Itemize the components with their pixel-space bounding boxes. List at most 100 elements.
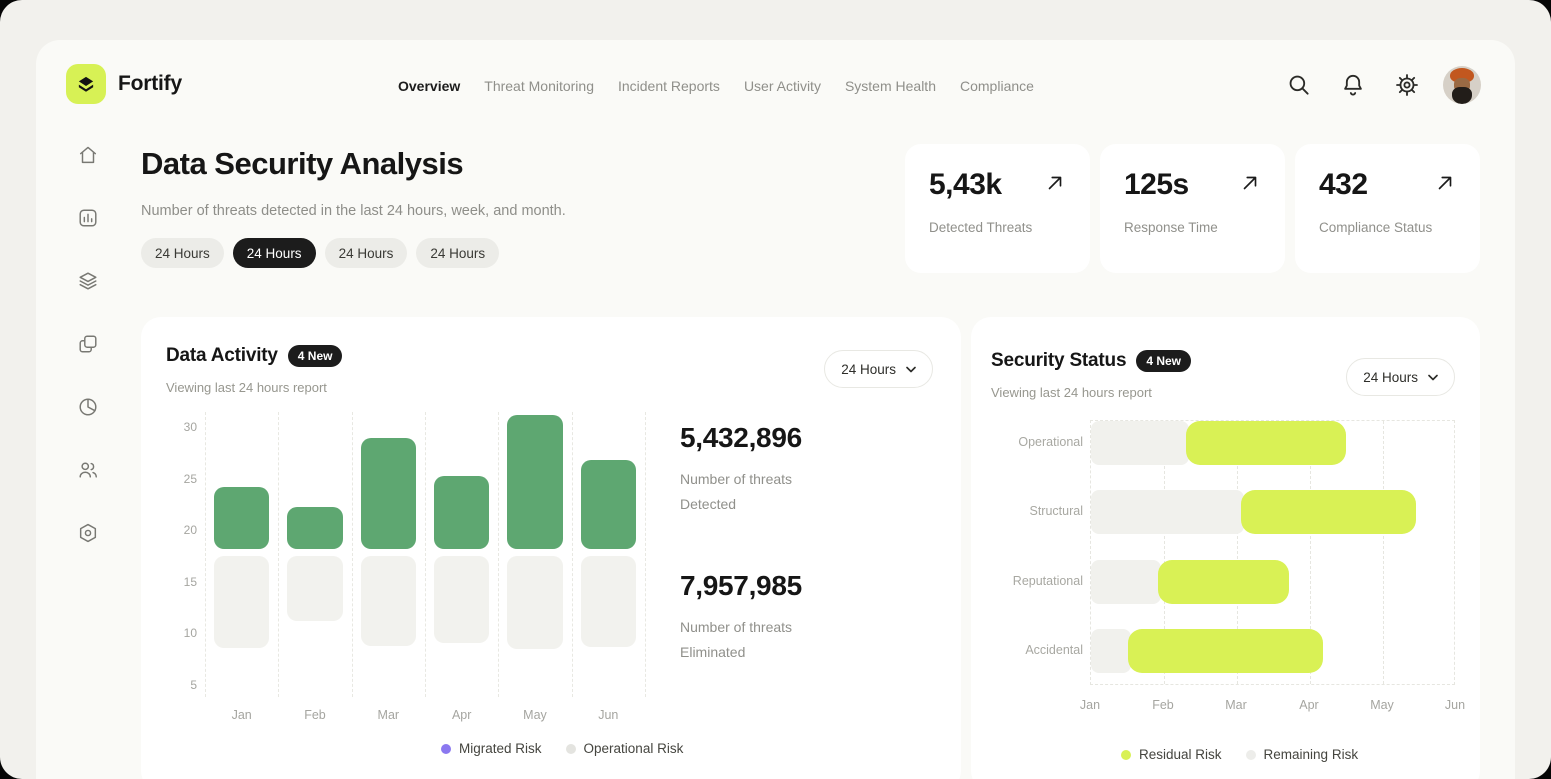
bar-remaining-risk: [1091, 560, 1161, 604]
y-tick-label: 5: [190, 678, 197, 692]
sidebar-users-icon[interactable]: [77, 459, 99, 481]
nav-item-overview[interactable]: Overview: [398, 78, 460, 94]
stat-card-response-time: 125s Response Time: [1100, 144, 1285, 273]
range-dropdown-value: 24 Hours: [841, 362, 896, 377]
nav-item-user-activity[interactable]: User Activity: [744, 78, 821, 94]
category-label: Structural: [1030, 504, 1084, 518]
metric-value: 7,957,985: [680, 570, 802, 602]
arrow-up-right-icon[interactable]: [1434, 172, 1456, 199]
range-dropdown-value: 24 Hours: [1363, 370, 1418, 385]
app-window: Fortify Overview Threat Monitoring Incid…: [36, 40, 1515, 779]
bar-migrated-risk: [361, 438, 416, 549]
bar-operational-risk: [507, 556, 562, 649]
legend-item-remaining-risk: Remaining Risk: [1246, 747, 1359, 762]
data-activity-card: Data Activity 4 New Viewing last 24 hour…: [141, 317, 961, 779]
bar-operational-risk: [361, 556, 416, 646]
y-tick-label: 15: [184, 575, 197, 589]
plot-area: [205, 412, 645, 697]
x-tick-label: Mar: [352, 708, 425, 722]
stat-value: 5,43k: [929, 168, 1002, 202]
arrow-up-right-icon[interactable]: [1239, 172, 1261, 199]
notifications-bell-icon[interactable]: [1335, 67, 1371, 103]
filter-pill-1[interactable]: 24 Hours: [141, 238, 224, 268]
card-title: Data Activity: [166, 345, 278, 367]
y-tick-label: 20: [184, 523, 197, 537]
page-subtitle: Number of threats detected in the last 2…: [141, 203, 566, 219]
sidebar-pie-chart-icon[interactable]: [77, 396, 99, 418]
sidebar-security-hexagon-icon[interactable]: [77, 522, 99, 544]
bar-operational-risk: [434, 556, 489, 643]
chevron-down-icon: [1428, 374, 1438, 381]
legend-dot: [1121, 750, 1131, 760]
bar-migrated-risk: [434, 476, 489, 549]
stat-label: Detected Threats: [929, 220, 1066, 235]
sidebar-home-icon[interactable]: [77, 144, 99, 166]
bar-remaining-risk: [1091, 490, 1244, 534]
metric-eliminated: 7,957,985 Number of threats Eliminated: [680, 570, 802, 665]
search-icon[interactable]: [1281, 67, 1317, 103]
y-tick-label: 10: [184, 626, 197, 640]
security-status-card: Security Status 4 New Viewing last 24 ho…: [971, 317, 1480, 779]
fortify-logo-icon: [66, 64, 106, 104]
x-tick-label: Apr: [1284, 698, 1334, 712]
sidebar-reports-icon[interactable]: [77, 333, 99, 355]
plot-area: [1090, 420, 1455, 685]
x-tick-label: May: [1357, 698, 1407, 712]
stat-value: 125s: [1124, 168, 1189, 202]
charts-row: Data Activity 4 New Viewing last 24 hour…: [141, 317, 1480, 779]
filter-pill-4[interactable]: 24 Hours: [416, 238, 499, 268]
x-tick-label: Feb: [278, 708, 351, 722]
bar-migrated-risk: [214, 487, 269, 549]
sidebar-layers-icon[interactable]: [77, 270, 99, 292]
legend-item-residual-risk: Residual Risk: [1121, 747, 1222, 762]
bar-residual-risk: [1241, 490, 1416, 534]
sidebar-analytics-icon[interactable]: [77, 207, 99, 229]
filter-pill-2-active[interactable]: 24 Hours: [233, 238, 316, 268]
category-label: Accidental: [1025, 643, 1083, 657]
gridline: [205, 412, 206, 697]
stat-card-detected-threats: 5,43k Detected Threats: [905, 144, 1090, 273]
nav-item-threat-monitoring[interactable]: Threat Monitoring: [484, 78, 594, 94]
security-status-legend: Residual Risk Remaining Risk: [1121, 747, 1358, 762]
security-status-bar-chart: OperationalStructuralReputationalAcciden…: [991, 420, 1455, 730]
x-axis: JanFebMarAprMayJun: [1090, 698, 1455, 714]
settings-gear-icon[interactable]: [1389, 67, 1425, 103]
gridline: [352, 412, 353, 697]
stat-label: Compliance Status: [1319, 220, 1456, 235]
range-dropdown[interactable]: 24 Hours: [1346, 358, 1455, 396]
topbar-actions: [1281, 66, 1481, 104]
gridline: [1383, 421, 1384, 684]
bar-operational-risk: [214, 556, 269, 648]
x-tick-label: May: [498, 708, 571, 722]
user-avatar[interactable]: [1443, 66, 1481, 104]
metric-label: Number of threats Detected: [680, 467, 802, 517]
arrow-up-right-icon[interactable]: [1044, 172, 1066, 199]
bar-migrated-risk: [287, 507, 342, 549]
avatar-beard: [1452, 87, 1472, 104]
nav-item-incident-reports[interactable]: Incident Reports: [618, 78, 720, 94]
x-tick-label: Jun: [1430, 698, 1480, 712]
range-dropdown[interactable]: 24 Hours: [824, 350, 933, 388]
nav-item-system-health[interactable]: System Health: [845, 78, 936, 94]
new-count-badge: 4 New: [288, 345, 343, 367]
x-tick-label: Feb: [1138, 698, 1188, 712]
bar-operational-risk: [581, 556, 636, 647]
bar-residual-risk: [1128, 629, 1323, 673]
legend-dot: [441, 744, 451, 754]
card-subtitle: Viewing last 24 hours report: [991, 385, 1152, 400]
sidebar: [77, 144, 99, 544]
x-tick-label: Apr: [425, 708, 498, 722]
category-axis: OperationalStructuralReputationalAcciden…: [991, 420, 1083, 685]
data-activity-bar-chart: 30252015105 JanFebMarAprMayJun: [163, 412, 663, 742]
gridline: [498, 412, 499, 697]
filter-pill-3[interactable]: 24 Hours: [325, 238, 408, 268]
chevron-down-icon: [906, 366, 916, 373]
bar-migrated-risk: [581, 460, 636, 548]
x-tick-label: Jun: [572, 708, 645, 722]
page-title: Data Security Analysis: [141, 146, 463, 182]
data-activity-legend: Migrated Risk Operational Risk: [441, 741, 683, 756]
brand-name: Fortify: [118, 72, 182, 96]
nav-item-compliance[interactable]: Compliance: [960, 78, 1034, 94]
x-tick-label: Mar: [1211, 698, 1261, 712]
category-label: Reputational: [1013, 574, 1083, 588]
